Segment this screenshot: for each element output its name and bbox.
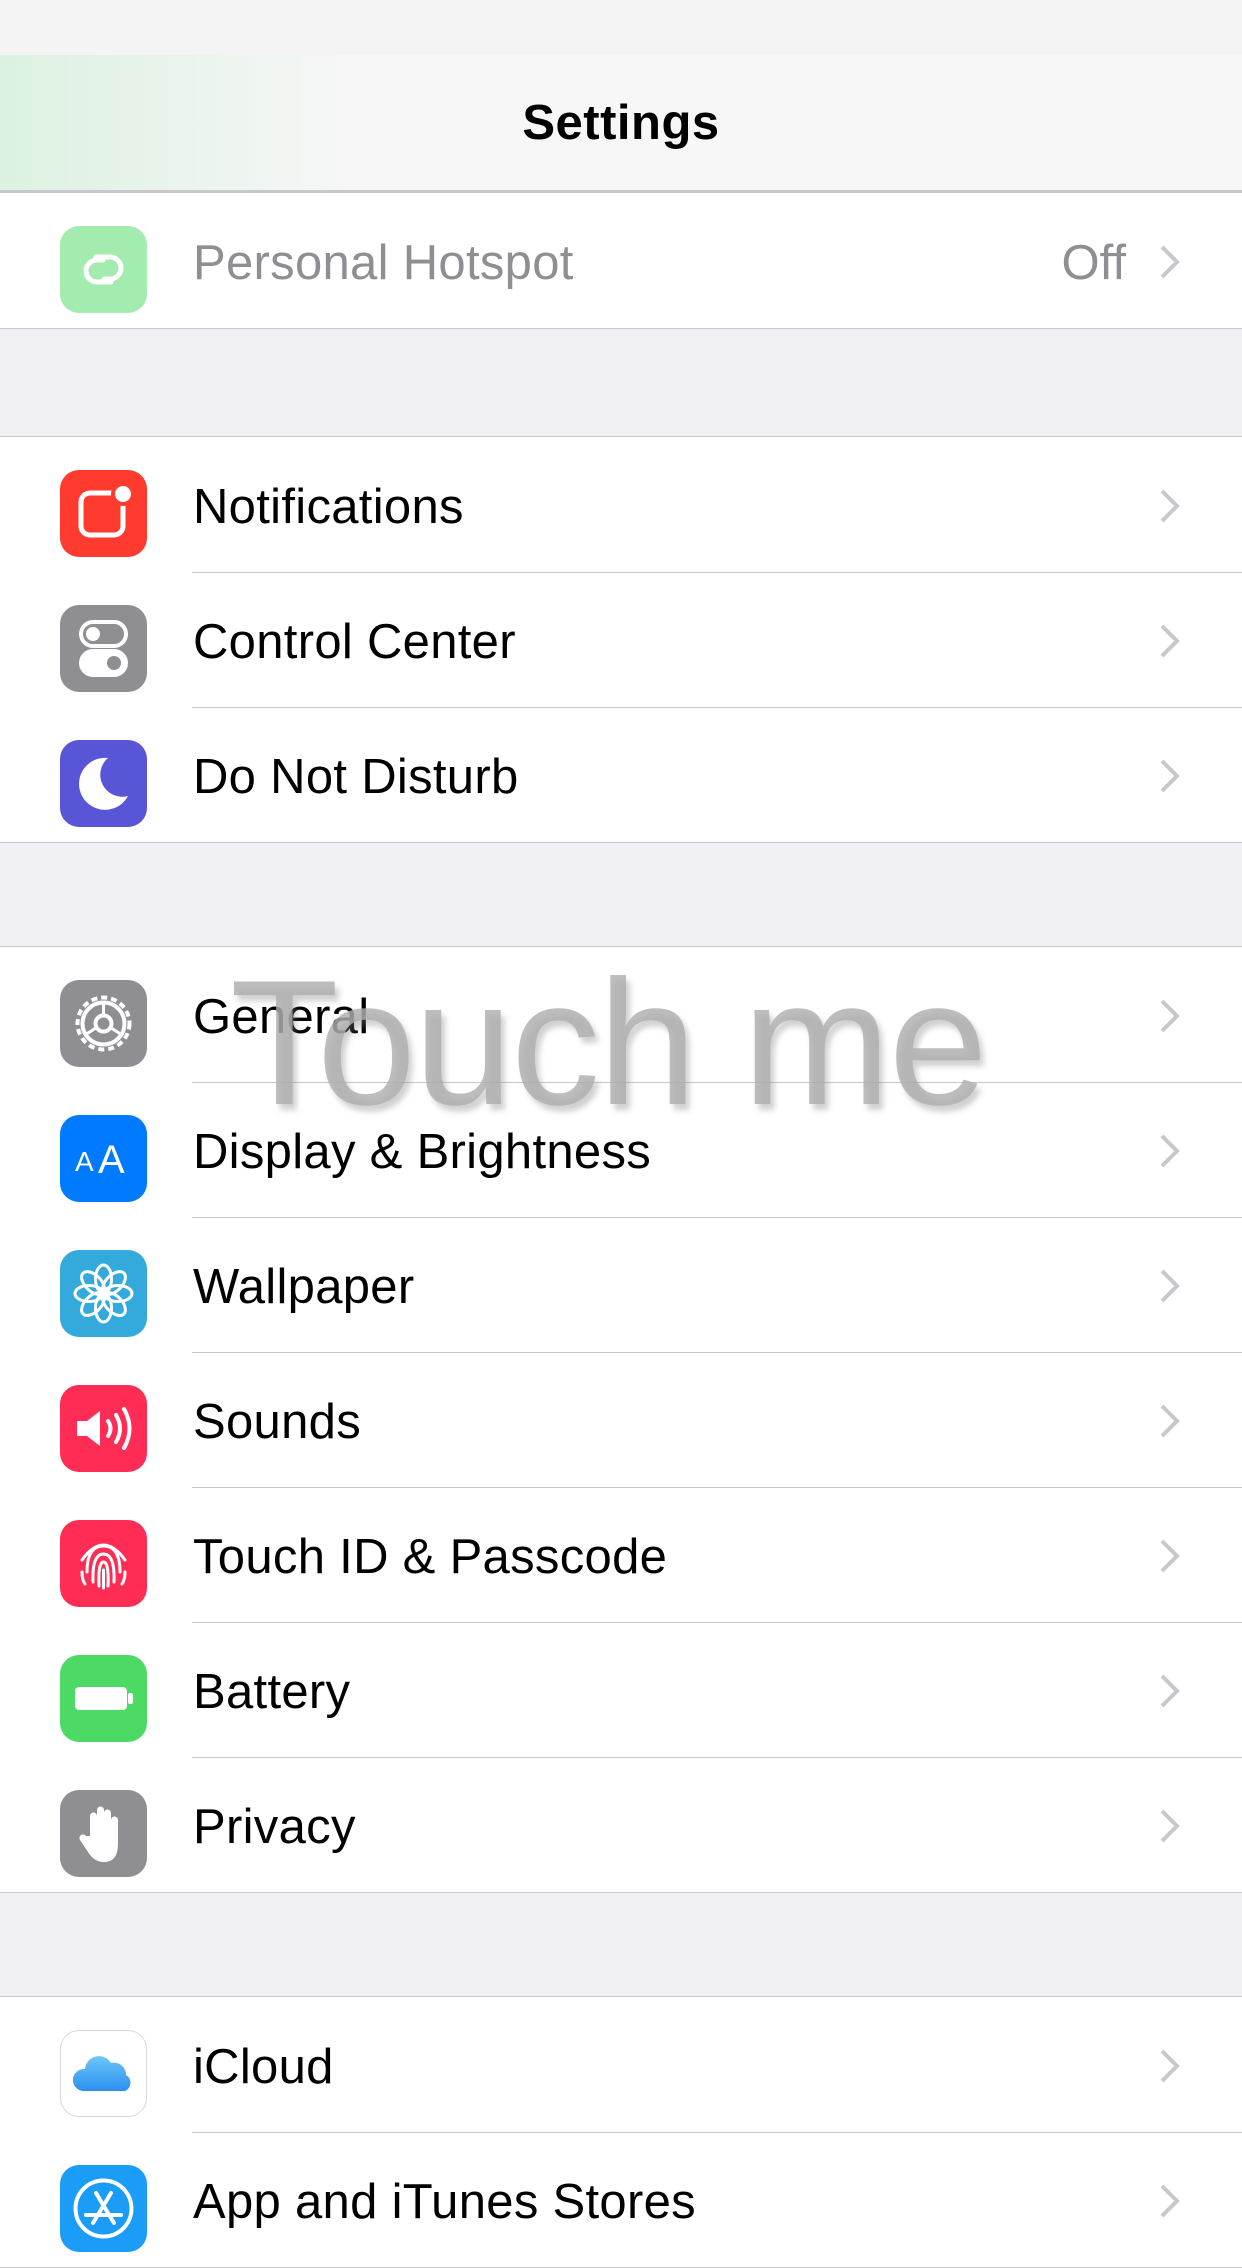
settings-row-label: Do Not Disturb	[193, 750, 519, 804]
settings-row-label: Sounds	[193, 1395, 361, 1449]
hotspot-icon	[60, 226, 147, 313]
settings-row-wallpaper[interactable]: Wallpaper	[0, 1217, 1242, 1352]
chevron-right-icon	[1160, 624, 1180, 658]
app-store-icon	[60, 2165, 147, 2252]
settings-row-label: Privacy	[193, 1800, 356, 1854]
svg-text:A: A	[98, 1138, 125, 1182]
settings-row-label: Personal Hotspot	[193, 236, 574, 290]
settings-group-notifications: Notifications Control Center Do Not Dist…	[0, 436, 1242, 843]
settings-row-label: Notifications	[193, 480, 464, 534]
settings-row-touch-id[interactable]: Touch ID & Passcode	[0, 1487, 1242, 1622]
chevron-right-icon	[1160, 1134, 1180, 1168]
chevron-right-icon	[1160, 1674, 1180, 1708]
settings-row-sounds[interactable]: Sounds	[0, 1352, 1242, 1487]
settings-row-battery[interactable]: Battery	[0, 1622, 1242, 1757]
settings-row-label: Wallpaper	[193, 1260, 415, 1314]
status-bar	[0, 0, 1242, 55]
chevron-right-icon	[1160, 1404, 1180, 1438]
settings-row-personal-hotspot[interactable]: Personal Hotspot Off	[0, 193, 1242, 328]
chevron-right-icon	[1160, 1809, 1180, 1843]
chevron-right-icon	[1160, 999, 1180, 1033]
settings-group-accounts: iCloud App and iTunes Stores	[0, 1996, 1242, 2268]
chevron-right-icon	[1160, 2049, 1180, 2083]
settings-row-label: Battery	[193, 1665, 351, 1719]
speaker-icon	[60, 1385, 147, 1472]
settings-row-label: Touch ID & Passcode	[193, 1530, 668, 1584]
settings-row-control-center[interactable]: Control Center	[0, 572, 1242, 707]
touch-me-overlay[interactable]: Touch me	[230, 940, 988, 1145]
moon-icon	[60, 740, 147, 827]
hand-icon	[60, 1790, 147, 1877]
chevron-right-icon	[1160, 759, 1180, 793]
settings-row-label: iCloud	[193, 2040, 334, 2094]
chevron-right-icon	[1160, 1539, 1180, 1573]
battery-icon	[60, 1655, 147, 1742]
flower-icon	[60, 1250, 147, 1337]
settings-row-icloud[interactable]: iCloud	[0, 1997, 1242, 2132]
settings-row-privacy[interactable]: Privacy	[0, 1757, 1242, 1892]
gear-icon	[60, 980, 147, 1067]
display-icon: AA	[60, 1115, 147, 1202]
settings-group-network: Personal Hotspot Off	[0, 192, 1242, 329]
settings-row-label: Control Center	[193, 615, 516, 669]
chevron-right-icon	[1160, 489, 1180, 523]
notifications-icon	[60, 470, 147, 557]
control-center-icon	[60, 605, 147, 692]
settings-row-do-not-disturb[interactable]: Do Not Disturb	[0, 707, 1242, 842]
svg-text:A: A	[75, 1146, 94, 1177]
settings-row-label: App and iTunes Stores	[193, 2175, 696, 2229]
chevron-right-icon	[1160, 2184, 1180, 2218]
cloud-icon	[60, 2030, 147, 2117]
page-title: Settings	[522, 96, 720, 150]
settings-row-app-itunes-stores[interactable]: App and iTunes Stores	[0, 2132, 1242, 2267]
chevron-right-icon	[1160, 1269, 1180, 1303]
chevron-right-icon	[1160, 245, 1180, 279]
fingerprint-icon	[60, 1520, 147, 1607]
settings-row-value: Off	[1061, 236, 1126, 290]
navigation-bar: Settings	[0, 55, 1242, 192]
settings-row-notifications[interactable]: Notifications	[0, 437, 1242, 572]
